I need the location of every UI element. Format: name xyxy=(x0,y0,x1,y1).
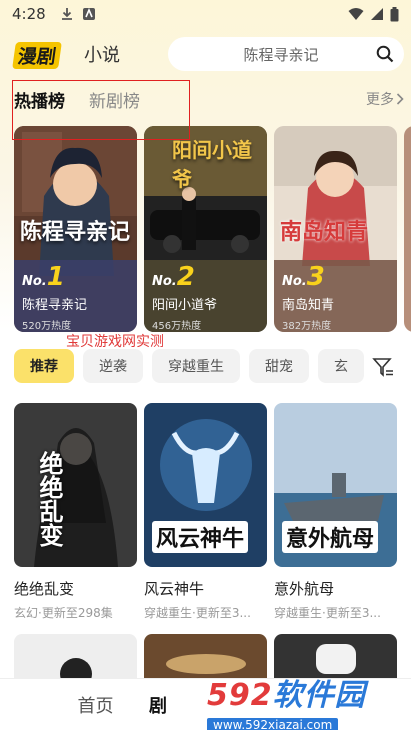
drama-card[interactable]: 绝绝乱变 绝绝乱变 玄幻·更新至298集 xyxy=(14,403,137,623)
status-time: 4:28 xyxy=(12,5,46,23)
highlight-box xyxy=(12,80,190,140)
ranking-card-4[interactable] xyxy=(404,126,411,332)
card-info: No.2 阳间小道爷 456万热度 xyxy=(144,260,267,332)
heat-count: 382万热度 xyxy=(282,321,332,332)
drama-cover: 意外航母 xyxy=(274,403,397,567)
app-notification-icon xyxy=(82,7,95,20)
drama-subtitle: 穿越重生·更新至3... xyxy=(274,606,381,620)
drama-card[interactable]: 意外航母 意外航母 穿越重生·更新至3... xyxy=(274,403,397,623)
drama-name: 陈程寻亲记 xyxy=(22,298,88,313)
chip-time-travel[interactable]: 穿越重生 xyxy=(152,349,240,383)
cover-art-image xyxy=(14,634,137,682)
drama-subtitle: 玄幻·更新至298集 xyxy=(14,606,113,620)
ranking-card-3[interactable]: 南岛知青 No.3 南岛知青 382万热度 xyxy=(274,126,397,332)
drama-title: 风云神牛 xyxy=(144,580,205,598)
chevron-right-icon xyxy=(396,93,404,105)
drama-title: 绝绝乱变 xyxy=(14,580,75,598)
heat-count: 520万热度 xyxy=(22,321,72,332)
ranking-card-1[interactable]: 陈程寻亲记 No.1 陈程寻亲记 520万热度 xyxy=(14,126,137,332)
search-bar[interactable]: 陈程寻亲记 xyxy=(168,37,404,71)
rank-number: No.2 xyxy=(152,262,195,292)
heat-count: 456万热度 xyxy=(152,321,202,332)
rank-number: No.3 xyxy=(282,262,325,292)
category-chips: 推荐 逆袭 穿越重生 甜宠 玄 xyxy=(14,349,411,383)
top-header: 漫剧 小说 陈程寻亲记 xyxy=(12,36,404,72)
ranking-list: 陈程寻亲记 No.1 陈程寻亲记 520万热度 阳间小道爷 No.2 阳间小道爷… xyxy=(14,126,411,332)
card-info: No.1 陈程寻亲记 520万热度 xyxy=(14,260,137,332)
site-watermark: 592软件园 www.592xiazai.com xyxy=(207,670,411,730)
ranking-card-2[interactable]: 阳间小道爷 No.2 阳间小道爷 456万热度 xyxy=(144,126,267,332)
more-label: 更多 xyxy=(366,92,394,108)
rank-number: No.1 xyxy=(22,262,65,292)
filter-button[interactable] xyxy=(366,352,400,382)
logo-text: 漫剧 xyxy=(12,42,62,69)
watermark-logo: 592软件园 xyxy=(207,678,366,713)
nav-drama[interactable]: 剧 xyxy=(143,692,173,718)
battery-icon xyxy=(390,6,399,21)
filter-icon xyxy=(372,358,393,377)
cover-title: 阳间小道爷 xyxy=(172,138,252,191)
cover-caption: 绝绝乱变 xyxy=(35,451,64,547)
watermark-url: www.592xiazai.com xyxy=(207,718,339,730)
tab-novel[interactable]: 小说 xyxy=(84,41,120,67)
more-link[interactable]: 更多 xyxy=(366,89,404,109)
drama-title: 意外航母 xyxy=(274,580,335,598)
drama-card[interactable]: 风云神牛 风云神牛 穿越重生·更新至3... xyxy=(144,403,267,623)
cover-title: 南岛知青 xyxy=(280,219,369,245)
cover-caption: 风云神牛 xyxy=(152,521,249,553)
chip-counterattack[interactable]: 逆袭 xyxy=(83,349,143,383)
status-bar: 4:28 xyxy=(0,0,411,28)
nav-home[interactable]: 首页 xyxy=(48,692,143,718)
drama-cover: 绝绝乱变 xyxy=(14,403,137,567)
drama-name: 南岛知青 xyxy=(282,298,335,313)
download-icon xyxy=(61,8,72,20)
signal-icon xyxy=(371,8,383,20)
chip-sweet-romance[interactable]: 甜宠 xyxy=(249,349,309,383)
drama-name: 阳间小道爷 xyxy=(152,298,218,313)
card-info: No.3 南岛知青 382万热度 xyxy=(274,260,397,332)
cover-title: 陈程寻亲记 xyxy=(20,219,131,245)
search-placeholder: 陈程寻亲记 xyxy=(243,45,319,64)
drama-subtitle: 穿越重生·更新至3... xyxy=(144,606,251,620)
drama-card[interactable] xyxy=(14,634,137,682)
chip-fantasy[interactable]: 玄 xyxy=(318,349,364,383)
drama-cover: 风云神牛 xyxy=(144,403,267,567)
wifi-icon xyxy=(348,8,364,20)
watermark-text: 宝贝游戏网实测 xyxy=(66,334,164,350)
search-icon[interactable] xyxy=(376,45,394,63)
chip-recommend[interactable]: 推荐 xyxy=(14,349,74,383)
app-logo[interactable]: 漫剧 xyxy=(12,39,70,69)
drama-grid: 绝绝乱变 绝绝乱变 玄幻·更新至298集 风云神牛 风云神牛 穿越重生·更新至3… xyxy=(14,403,411,623)
cover-caption: 意外航母 xyxy=(282,521,379,553)
